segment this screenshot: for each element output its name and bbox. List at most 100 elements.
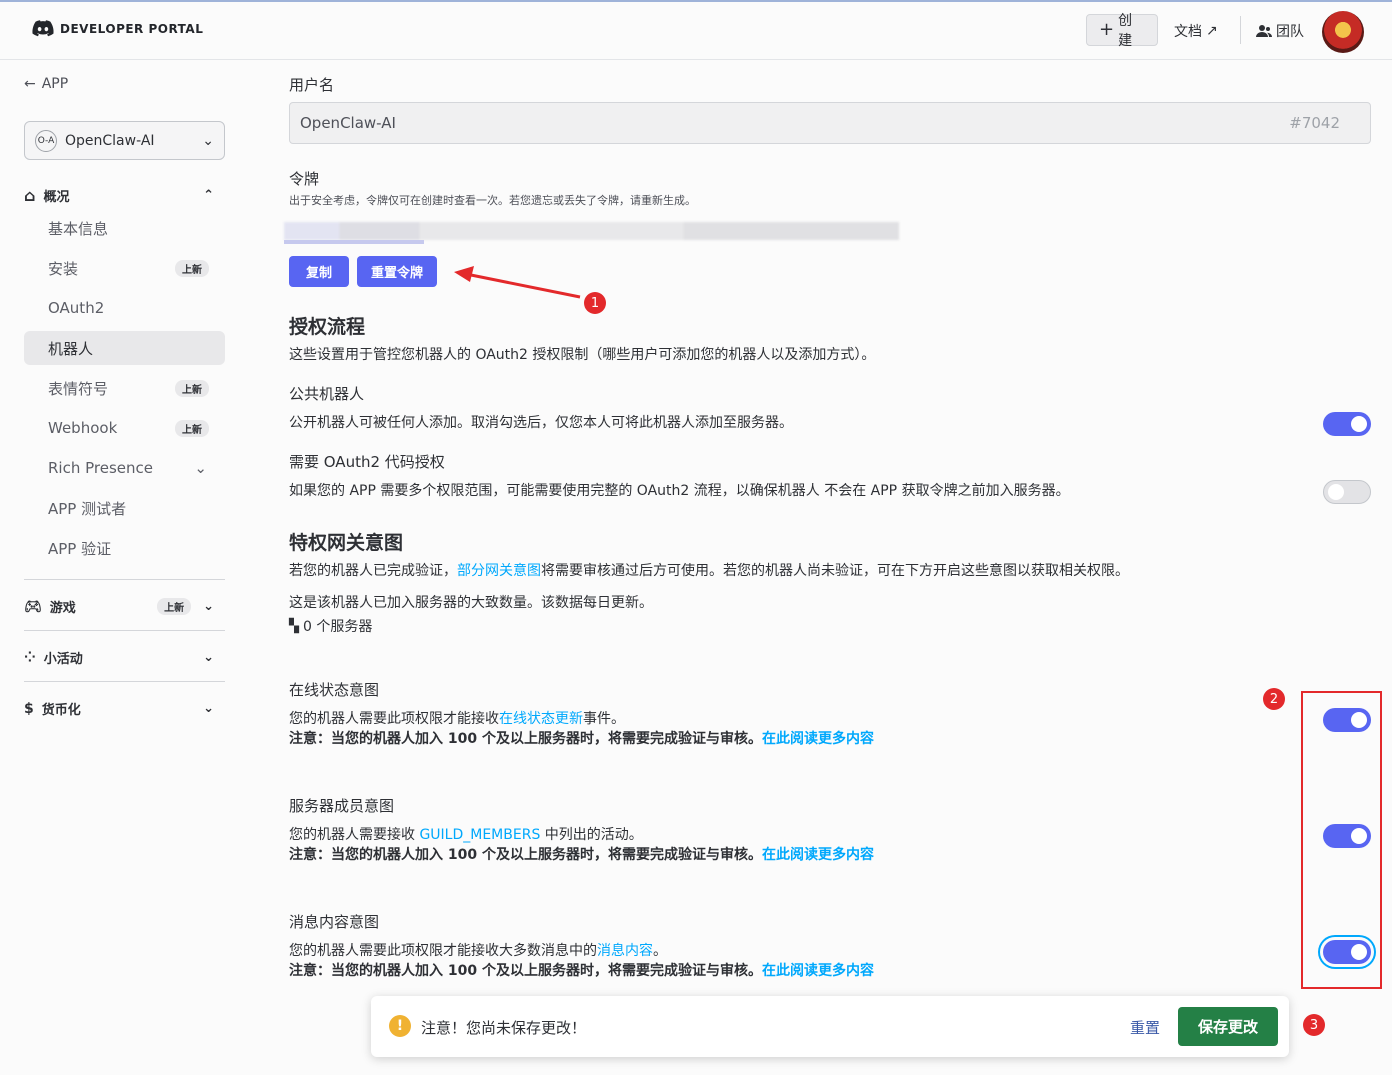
logo[interactable]: DEVELOPER PORTAL bbox=[32, 20, 203, 37]
read-more-link[interactable]: 在此阅读更多内容 bbox=[762, 731, 874, 747]
intents-description: 若您的机器人已完成验证，部分网关意图将需要审核通过后方可使用。若您的机器人尚未验… bbox=[289, 560, 1129, 580]
team-label: 团队 bbox=[1276, 24, 1304, 40]
nav-games-label: 游戏 bbox=[49, 601, 76, 616]
nav-monetization[interactable]: $ 货币化 ⌄ bbox=[24, 699, 214, 719]
annotation-highlight-box bbox=[1301, 691, 1382, 989]
public-bot-toggle[interactable] bbox=[1323, 412, 1371, 436]
oauth-grant-title: 需要 OAuth2 代码授权 bbox=[289, 453, 445, 471]
sidebar-item-webhook[interactable]: Webhook 上新 bbox=[24, 411, 225, 445]
notice-text: 注意！您尚未保存更改！ bbox=[421, 1019, 587, 1037]
new-badge: 上新 bbox=[175, 259, 209, 277]
username-label: 用户名 bbox=[289, 76, 335, 94]
server-count: ▚ 0 个服务器 bbox=[289, 616, 372, 636]
intents-desc-text: 将需要审核通过后方可使用。若您的机器人尚未验证，可在下方开启这些意图以获取相关权… bbox=[541, 563, 1129, 579]
chevron-down-icon: ⌄ bbox=[203, 599, 214, 614]
sidebar-item-rich-presence[interactable]: Rich Presence ⌄ bbox=[24, 451, 225, 485]
message-intent-note: 注意：当您的机器人加入 100 个及以上服务器时，将需要完成验证与审核。在此阅读… bbox=[289, 960, 874, 980]
save-changes-button[interactable]: 保存更改 bbox=[1178, 1007, 1278, 1046]
sidebar-item-app-testers[interactable]: APP 测试者 bbox=[24, 491, 225, 525]
auth-flow-description: 这些设置用于管控您机器人的 OAuth2 授权限制（哪些用户可添加您的机器人以及… bbox=[289, 347, 876, 363]
presence-update-link[interactable]: 在线状态更新 bbox=[499, 711, 583, 727]
nav-monetization-label: 货币化 bbox=[41, 703, 81, 718]
server-count-description: 这是该机器人已加入服务器的大致数量。该数据每日更新。 bbox=[289, 595, 653, 611]
members-intent-note: 注意：当您的机器人加入 100 个及以上服务器时，将需要完成验证与审核。在此阅读… bbox=[289, 844, 874, 864]
docs-link[interactable]: 文档 ↗ bbox=[1174, 21, 1218, 41]
sidebar-item-app-verification[interactable]: APP 验证 bbox=[24, 531, 225, 565]
gateway-intents-link[interactable]: 部分网关意图 bbox=[457, 563, 541, 579]
sidebar-item-label: 安装 bbox=[48, 259, 79, 278]
sidebar-item-general[interactable]: 基本信息 bbox=[24, 211, 225, 245]
app-name: OpenClaw-AI bbox=[65, 132, 155, 149]
note-text: 注意：当您的机器人加入 100 个及以上服务器时，将需要完成验证与审核。 bbox=[289, 731, 762, 747]
sidebar-item-label: 表情符号 bbox=[48, 379, 109, 398]
back-link[interactable]: ← APP bbox=[24, 76, 68, 92]
copy-button[interactable]: 复制 bbox=[289, 256, 349, 287]
annotation-number: 1 bbox=[584, 292, 606, 314]
sidebar-item-label: APP 验证 bbox=[48, 539, 112, 558]
header-divider bbox=[1240, 16, 1241, 44]
discord-icon bbox=[32, 20, 54, 37]
token-redacted-bar bbox=[284, 240, 424, 244]
server-icon: ▚ bbox=[289, 618, 299, 634]
sidebar-item-label: OAuth2 bbox=[48, 299, 105, 317]
gamepad-icon: 🎮︎ bbox=[24, 598, 42, 615]
message-desc-text: 。 bbox=[653, 943, 667, 959]
home-icon: ⌂ bbox=[24, 186, 36, 205]
sidebar-divider bbox=[24, 630, 225, 631]
oauth-grant-description: 如果您的 APP 需要多个权限范围，可能需要使用完整的 OAuth2 流程，以确… bbox=[289, 483, 1070, 499]
presence-desc-text: 事件。 bbox=[583, 711, 625, 727]
oauth-grant-toggle[interactable] bbox=[1323, 480, 1371, 504]
presence-intent-title: 在线状态意图 bbox=[289, 681, 380, 699]
members-intent-title: 服务器成员意图 bbox=[289, 797, 395, 815]
team-link[interactable]: 团队 bbox=[1256, 21, 1304, 41]
chevron-up-icon: ⌃ bbox=[203, 188, 214, 203]
username-value: OpenClaw-AI bbox=[300, 114, 396, 132]
message-content-link[interactable]: 消息内容 bbox=[597, 943, 653, 959]
discriminator: #7042 bbox=[1289, 114, 1340, 132]
note-text: 注意：当您的机器人加入 100 个及以上服务器时，将需要完成验证与审核。 bbox=[289, 963, 762, 979]
avatar[interactable] bbox=[1322, 11, 1364, 53]
token-label: 令牌 bbox=[289, 170, 320, 188]
sidebar-item-emoji[interactable]: 表情符号 上新 bbox=[24, 371, 225, 405]
external-arrow-icon: ↗ bbox=[1206, 23, 1218, 39]
create-button[interactable]: + 创建 bbox=[1086, 13, 1158, 49]
back-label: APP bbox=[41, 76, 69, 92]
guild-members-link[interactable]: GUILD_MEMBERS bbox=[419, 827, 540, 843]
arrow-left-icon: ← bbox=[24, 76, 36, 92]
top-bar: DEVELOPER PORTAL + 创建 文档 ↗ 团队 bbox=[0, 2, 1392, 60]
read-more-link[interactable]: 在此阅读更多内容 bbox=[762, 847, 874, 863]
new-badge: 上新 bbox=[175, 379, 209, 397]
intents-title: 特权网关意图 bbox=[289, 532, 404, 554]
username-input[interactable]: OpenClaw-AI #7042 bbox=[289, 102, 1371, 144]
sidebar-item-label: Webhook bbox=[48, 419, 118, 437]
sidebar-item-label: APP 测试者 bbox=[48, 499, 127, 518]
annotation-number: 3 bbox=[1303, 1014, 1325, 1036]
chevron-down-icon: ⌄ bbox=[202, 132, 214, 149]
members-desc-text: 中列出的活动。 bbox=[540, 827, 643, 843]
read-more-link[interactable]: 在此阅读更多内容 bbox=[762, 963, 874, 979]
docs-label: 文档 bbox=[1174, 24, 1202, 40]
sidebar-item-bot[interactable]: 机器人 bbox=[24, 331, 225, 365]
auth-flow-title: 授权流程 bbox=[289, 316, 366, 338]
chevron-down-icon: ⌄ bbox=[203, 701, 214, 716]
team-icon bbox=[1256, 25, 1272, 37]
reset-button[interactable]: 重置 bbox=[1130, 1017, 1160, 1038]
warning-icon: ! bbox=[389, 1015, 411, 1037]
reset-token-button[interactable]: 重置令牌 bbox=[357, 256, 437, 287]
intents-desc-text: 若您的机器人已完成验证， bbox=[289, 563, 457, 579]
message-desc-text: 您的机器人需要此项权限才能接收大多数消息中的 bbox=[289, 943, 597, 959]
nav-games[interactable]: 🎮︎ 游戏 上新 ⌄ bbox=[24, 597, 214, 616]
presence-intent-note: 注意：当您的机器人加入 100 个及以上服务器时，将需要完成验证与审核。在此阅读… bbox=[289, 728, 874, 748]
nav-activities[interactable]: ⁘ 小活动 ⌄ bbox=[24, 648, 214, 668]
members-desc-text: 您的机器人需要接收 bbox=[289, 827, 420, 843]
sidebar-divider bbox=[24, 579, 225, 580]
sidebar-divider bbox=[24, 681, 225, 682]
sidebar-item-oauth2[interactable]: OAuth2 bbox=[24, 291, 225, 325]
note-text: 注意：当您的机器人加入 100 个及以上服务器时，将需要完成验证与审核。 bbox=[289, 847, 762, 863]
nav-overview[interactable]: ⌂ 概况 ⌃ bbox=[24, 186, 214, 205]
app-icon: O-A bbox=[35, 129, 57, 152]
sidebar-item-install[interactable]: 安装 上新 bbox=[24, 251, 225, 285]
server-count-value: 0 个服务器 bbox=[303, 619, 373, 635]
app-selector[interactable]: O-A OpenClaw-AI ⌄ bbox=[24, 121, 225, 160]
chevron-down-icon: ⌄ bbox=[194, 459, 207, 477]
